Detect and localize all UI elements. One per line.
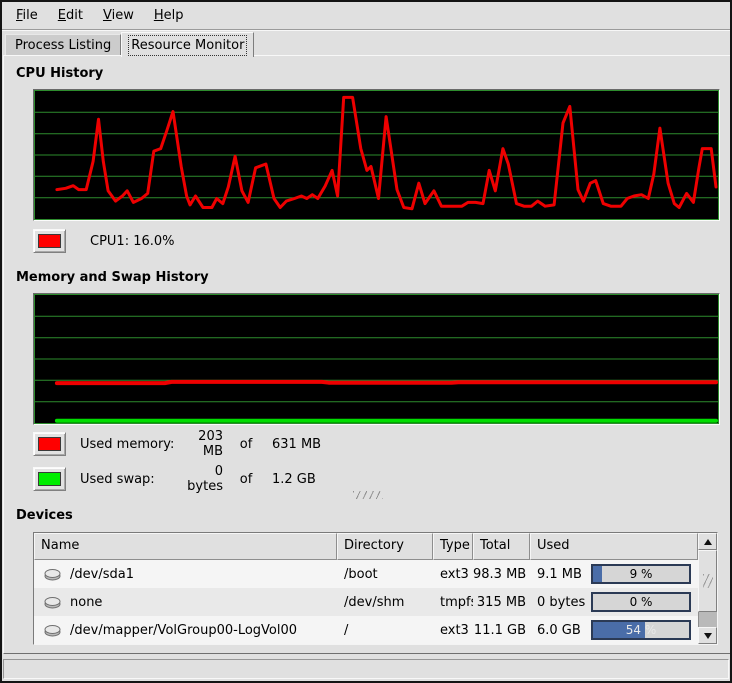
column-header-name[interactable]: Name [34,533,337,560]
tab-strip: Process Listing Resource Monitor [2,31,730,56]
tab-resource-monitor[interactable]: Resource Monitor [121,32,254,57]
device-row-sda1[interactable]: /dev/sda1 /boot ext3 98.3 MB 9.1 MB 9 % [34,560,698,588]
cpu1-color-button[interactable] [33,229,66,253]
used-memory-color-button[interactable] [33,432,66,456]
resource-monitor-page: CPU History CPU1: 16.0% Memory and Swap … [3,55,732,654]
device-directory: /dev/shm [337,595,433,610]
device-type: tmpfs [433,595,473,610]
swap-legend-row: Used swap: 0 bytes of 1.2 GB [33,466,316,492]
scrollbar-trough[interactable] [698,612,717,627]
used-memory-label: Used memory: [80,437,177,452]
swap-total-value: 1.2 GB [272,472,316,487]
arrow-down-icon [704,633,712,639]
device-type: ext3 [433,623,473,638]
memory-swap-history-title: Memory and Swap History [16,270,209,285]
device-name: none [70,595,102,610]
device-used: 0 bytes [537,595,585,610]
menu-view[interactable]: View [93,4,144,27]
column-header-directory[interactable]: Directory [337,533,433,560]
memory-swap-chart-area [34,294,719,424]
device-name: /dev/sda1 [70,567,134,582]
menu-view-label: View [103,8,134,23]
device-total: 315 MB [473,595,530,610]
used-swap-value: 0 bytes [177,464,223,494]
menu-edit[interactable]: Edit [48,4,93,27]
device-directory: / [337,623,433,638]
device-directory: /boot [337,567,433,582]
used-swap-color-swatch-icon [38,472,61,486]
scrollbar-grip-icon [703,574,713,588]
menu-help[interactable]: Help [144,4,194,27]
usage-percent-label: 9 % [593,566,689,582]
devices-table-header: Name Directory Type Total Used [34,533,698,560]
device-total: 11.1 GB [473,623,530,638]
arrow-up-icon [704,539,712,545]
cpu-history-chart [33,89,720,221]
device-used: 6.0 GB [537,623,581,638]
usage-progressbar: 54 % [591,620,691,640]
tab-process-listing-label: Process Listing [15,38,111,53]
device-used: 9.1 MB [537,567,582,582]
column-header-type[interactable]: Type [433,533,473,560]
used-memory-color-swatch-icon [38,437,61,451]
used-memory-value: 203 MB [177,429,223,459]
menu-file-label: File [16,8,38,23]
device-total: 98.3 MB [473,567,530,582]
cpu-history-chart-area [34,90,719,220]
used-swap-of: of [235,472,257,487]
usage-progressbar: 9 % [591,564,691,584]
devices-scrollbar [698,533,717,644]
used-swap-color-button[interactable] [33,467,66,491]
device-row-volgroup[interactable]: /dev/mapper/VolGroup00-LogVol00 / ext3 1… [34,616,698,644]
harddisk-icon [44,567,61,581]
memory-legend-row: Used memory: 203 MB of 631 MB [33,431,321,457]
device-type: ext3 [433,567,473,582]
cpu-history-title: CPU History [16,66,103,81]
memory-total-value: 631 MB [272,437,321,452]
menu-file[interactable]: File [6,4,48,27]
cpu-legend: CPU1: 16.0% [33,228,175,254]
devices-title: Devices [16,508,73,523]
harddisk-icon [44,623,61,637]
harddisk-icon [44,595,61,609]
devices-table: Name Directory Type Total Used /dev/sda1… [33,532,718,645]
cpu-history-plot [35,91,718,219]
used-memory-of: of [235,437,257,452]
column-header-total[interactable]: Total [473,533,530,560]
tab-resource-monitor-label: Resource Monitor [131,38,244,53]
usage-percent-label: 0 % [593,594,689,610]
cpu1-legend-label: CPU1: 16.0% [90,234,175,249]
usage-percent-label: 54 % [593,622,689,638]
menubar: File Edit View Help [2,2,730,29]
status-bar [3,659,729,679]
memory-swap-plot [35,295,718,423]
scrollbar-up-button[interactable] [698,533,717,550]
usage-progressbar: 0 % [591,592,691,612]
scrollbar-thumb[interactable] [698,550,717,612]
used-swap-label: Used swap: [80,472,177,487]
column-header-used[interactable]: Used [530,533,698,560]
device-row-none[interactable]: none /dev/shm tmpfs 315 MB 0 bytes 0 % [34,588,698,616]
scrollbar-down-button[interactable] [698,627,717,644]
device-name: /dev/mapper/VolGroup00-LogVol00 [70,623,297,638]
menu-help-label: Help [154,8,184,23]
cpu1-color-swatch-icon [38,234,61,248]
tab-process-listing[interactable]: Process Listing [5,34,121,56]
menu-edit-label: Edit [58,8,83,23]
system-monitor-window: File Edit View Help Process Listing Reso… [0,0,732,683]
memory-swap-history-chart [33,293,720,425]
pane-resize-grip[interactable] [353,491,383,499]
